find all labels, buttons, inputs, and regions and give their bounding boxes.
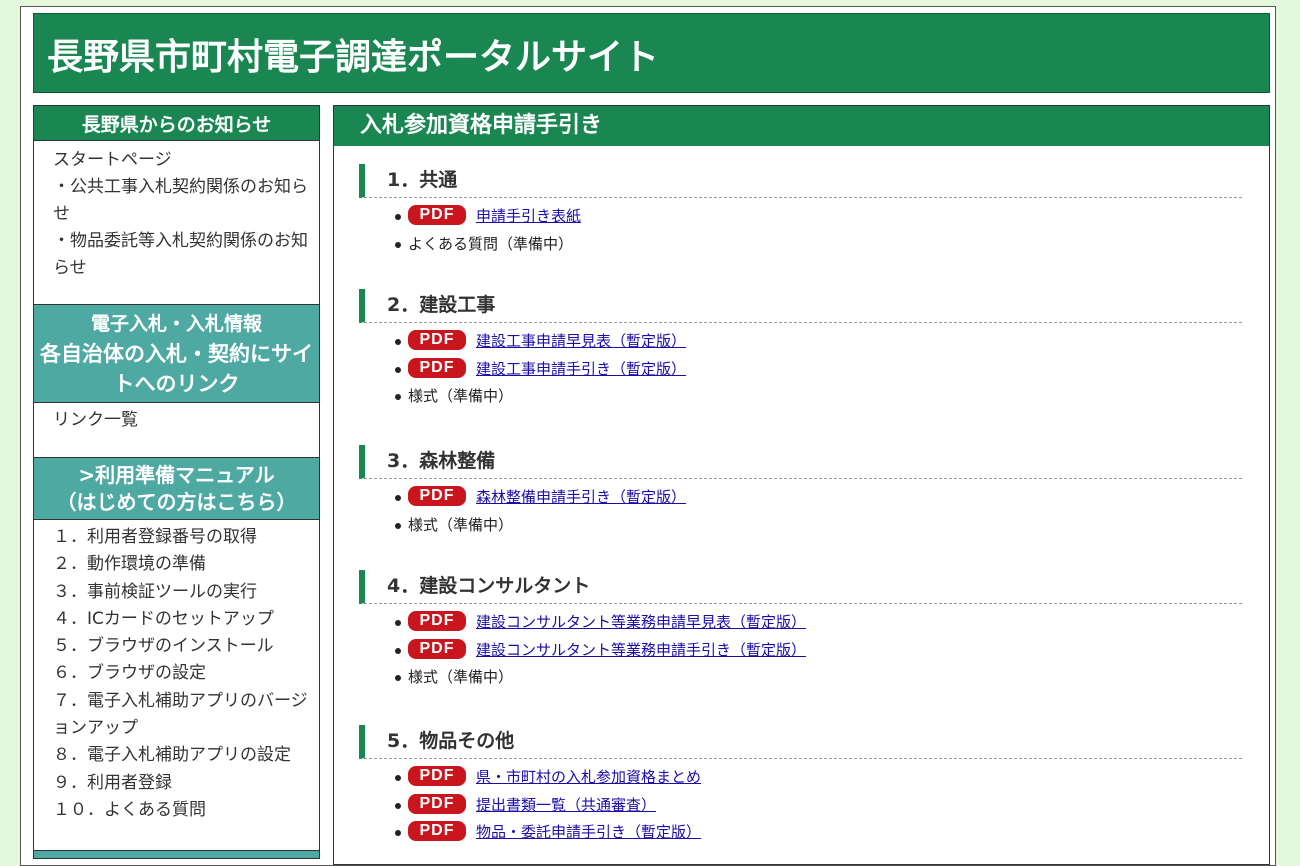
section-title: 3．森林整備 [359, 445, 1242, 479]
pdf-icon: PDF [408, 357, 466, 378]
list-item: PDF 申請手引き表紙 [359, 203, 1242, 231]
section-list: PDF 建設工事申請早見表（暫定版） PDF 建設工事申請手引き（暫定版） 様式（準… [359, 328, 1242, 411]
doc-link[interactable]: 建設工事申請手引き（暫定版） [476, 360, 686, 378]
section-goods: 5．物品その他 PDF 県・市町村の入札参加資格まとめ PDF 提出書類一覧（共通審… [359, 725, 1242, 847]
pdf-icon: PDF [408, 486, 466, 506]
notice-box: スタートページ ・公共工事入札契約関係のお知らせ ・物品委託等入札契約関係のお知… [33, 141, 320, 305]
manual-item-3[interactable]: ３．事前検証ツールの実行 [53, 579, 309, 606]
pdf-icon: PDF [408, 205, 466, 225]
main-heading: 入札参加資格申請手引き [334, 106, 1269, 146]
manual-item-5[interactable]: ５．ブラウザのインストール [53, 633, 309, 660]
list-item: PDF 建設コンサルタント等業務申請早見表（暫定版） [359, 609, 1242, 637]
sidebar-item-link-list[interactable]: リンク一覧 [53, 407, 309, 434]
list-item: PDF 森林整備申請手引き（暫定版） [359, 484, 1242, 512]
list-item: よくある質問（準備中） [359, 231, 1242, 259]
manual-item-6[interactable]: ６．ブラウザの設定 [53, 660, 309, 687]
doc-link[interactable]: 建設コンサルタント等業務申請早見表（暫定版） [476, 613, 806, 631]
section-list: PDF 申請手引き表紙 よくある質問（準備中） [359, 203, 1242, 258]
notice-heading-label: 長野県からのお知らせ [81, 113, 272, 136]
bullet [395, 647, 401, 654]
manual-item-1[interactable]: １．利用者登録番号の取得 [53, 524, 309, 551]
list-item: PDF 県・市町村の入札参加資格まとめ [359, 764, 1242, 792]
list-item: 様式（準備中） [359, 512, 1242, 540]
section-title: 1．共通 [359, 164, 1242, 198]
bullet [395, 339, 401, 345]
section-list: PDF 建設コンサルタント等業務申請早見表（暫定版） PDF 建設コンサルタント等業… [359, 609, 1242, 692]
sidebar-item-start-page[interactable]: スタートページ [53, 147, 309, 174]
section-forestry: 3．森林整備 PDF 森林整備申請手引き（暫定版） 様式（準備中） [359, 445, 1242, 539]
item-text: よくある質問（準備中） [408, 234, 574, 253]
bullet [395, 620, 401, 626]
pdf-icon: PDF [408, 793, 466, 814]
item-text: 様式（準備中） [408, 668, 514, 686]
list-item: PDF 建設工事申請早見表（暫定版） [359, 328, 1242, 356]
manual-item-10[interactable]: １０．よくある質問 [53, 797, 309, 824]
sidebar-next-heading [33, 851, 320, 859]
section-title: 2．建設工事 [359, 289, 1242, 323]
sidebar-item-public-works-notice[interactable]: ・公共工事入札契約関係のお知らせ [53, 174, 309, 228]
section-title: 4．建設コンサルタント [359, 570, 1242, 604]
doc-link[interactable]: 建設工事申請早見表（暫定版） [476, 332, 686, 350]
list-item: 様式（準備中） [359, 383, 1242, 411]
item-text: 様式（準備中） [408, 515, 514, 534]
site-header: 長野県市町村電子調達ポータルサイト [33, 13, 1270, 93]
links-heading-line2: 各自治体の入札・契約にサイトへのリンク [40, 341, 313, 396]
sidebar-item-goods-notice[interactable]: ・物品委託等入札契約関係のお知らせ [53, 228, 309, 282]
pdf-icon: PDF [408, 611, 466, 631]
manual-item-7[interactable]: ７．電子入札補助アプリのバージョンアップ [53, 688, 309, 743]
doc-link[interactable]: 物品・委託申請手引き（暫定版） [476, 823, 701, 841]
section-common: 1．共通 PDF 申請手引き表紙 よくある質問（準備中） [359, 164, 1242, 258]
manual-box: １．利用者登録番号の取得 ２．動作環境の準備 ３．事前検証ツールの実行 ４．IC… [33, 520, 320, 851]
list-item: PDF 提出書類一覧（共通審査） [359, 792, 1242, 820]
list-item: PDF 建設工事申請手引き（暫定版） [359, 356, 1242, 384]
pdf-icon: PDF [408, 821, 466, 841]
links-heading: 電子入札・入札情報 各自治体の入札・契約にサイトへのリンク [33, 305, 320, 403]
bullet [395, 366, 401, 373]
doc-link[interactable]: 森林整備申請手引き（暫定版） [476, 488, 686, 506]
links-box: リンク一覧 [33, 403, 320, 458]
section-list: PDF 森林整備申請手引き（暫定版） 様式（準備中） [359, 484, 1242, 539]
item-text: 様式（準備中） [408, 387, 514, 405]
bullet [395, 394, 401, 400]
bullet [395, 214, 401, 220]
manual-item-2[interactable]: ２．動作環境の準備 [53, 551, 309, 578]
sidebar: 長野県からのお知らせ スタートページ ・公共工事入札契約関係のお知らせ ・物品委… [33, 105, 320, 859]
pdf-icon: PDF [408, 766, 466, 786]
doc-link[interactable]: 提出書類一覧（共通審査） [476, 796, 656, 814]
pdf-icon: PDF [408, 638, 466, 659]
bullet [395, 802, 401, 809]
notice-heading: 長野県からのお知らせ [33, 105, 320, 141]
list-item: PDF 建設コンサルタント等業務申請手引き（暫定版） [359, 637, 1242, 665]
list-item: 様式（準備中） [359, 664, 1242, 692]
doc-link[interactable]: 県・市町村の入札参加資格まとめ [476, 768, 701, 786]
pdf-icon: PDF [408, 330, 466, 350]
manual-heading: >利用準備マニュアル （はじめての方はこちら） [33, 458, 320, 520]
manual-item-4[interactable]: ４．ICカードのセットアップ [53, 606, 309, 633]
doc-link[interactable]: 建設コンサルタント等業務申請手引き（暫定版） [476, 641, 806, 659]
manual-item-9[interactable]: ９．利用者登録 [53, 770, 309, 797]
manual-heading-line1[interactable]: >利用準備マニュアル [34, 462, 319, 489]
bullet [395, 775, 401, 781]
bullet [395, 675, 401, 681]
main-content: 入札参加資格申請手引き 1．共通 PDF 申請手引き表紙 よくある質問（準備中） … [333, 105, 1270, 865]
links-heading-line1: 電子入札・入札情報 [90, 312, 262, 335]
bullet [395, 522, 401, 529]
doc-link[interactable]: 申請手引き表紙 [476, 207, 581, 225]
manual-heading-line2[interactable]: （はじめての方はこちら） [34, 489, 319, 516]
bullet [395, 241, 401, 248]
section-construction: 2．建設工事 PDF 建設工事申請早見表（暫定版） PDF 建設工事申請手引き（暫定… [359, 289, 1242, 411]
bullet [395, 495, 401, 501]
section-list: PDF 県・市町村の入札参加資格まとめ PDF 提出書類一覧（共通審査） PDF 物品… [359, 764, 1242, 847]
manual-item-8[interactable]: ８．電子入札補助アプリの設定 [53, 742, 309, 769]
section-consultant: 4．建設コンサルタント PDF 建設コンサルタント等業務申請早見表（暫定版） PD… [359, 570, 1242, 692]
bullet [395, 830, 401, 836]
section-title: 5．物品その他 [359, 725, 1242, 759]
list-item: PDF 物品・委託申請手引き（暫定版） [359, 819, 1242, 847]
site-title[interactable]: 長野県市町村電子調達ポータルサイト [47, 28, 659, 80]
